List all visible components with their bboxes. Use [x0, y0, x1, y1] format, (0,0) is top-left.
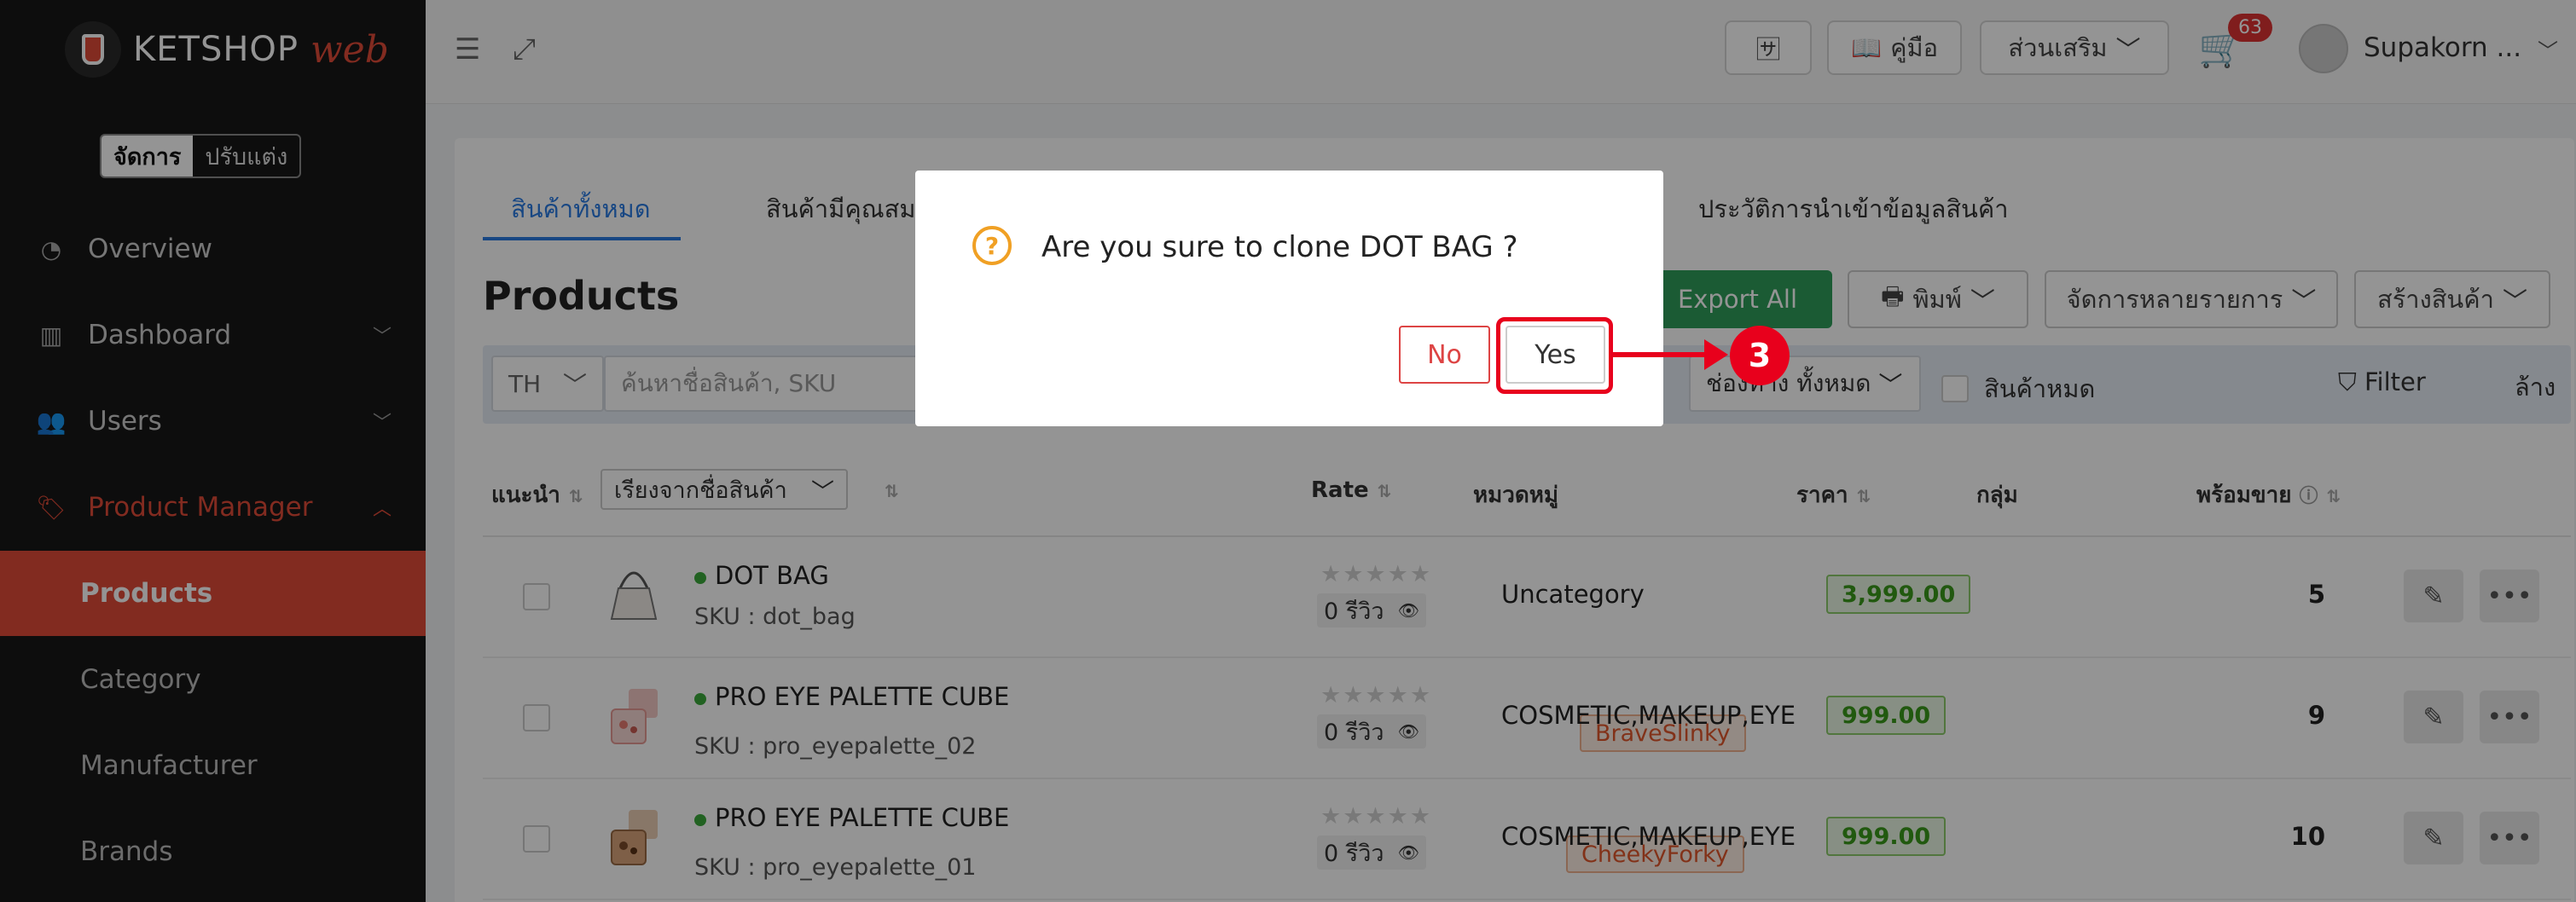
annotation-arrow-head-icon — [1704, 339, 1728, 370]
step-number-badge: 3 — [1730, 326, 1790, 385]
question-icon: ? — [972, 226, 1012, 265]
yes-button-highlight — [1496, 317, 1613, 394]
modal-backdrop[interactable] — [0, 0, 2576, 902]
dialog-message: Are you sure to clone DOT BAG ? — [1041, 230, 1518, 264]
no-button[interactable]: No — [1399, 326, 1490, 384]
annotation-arrow-line — [1613, 352, 1717, 357]
